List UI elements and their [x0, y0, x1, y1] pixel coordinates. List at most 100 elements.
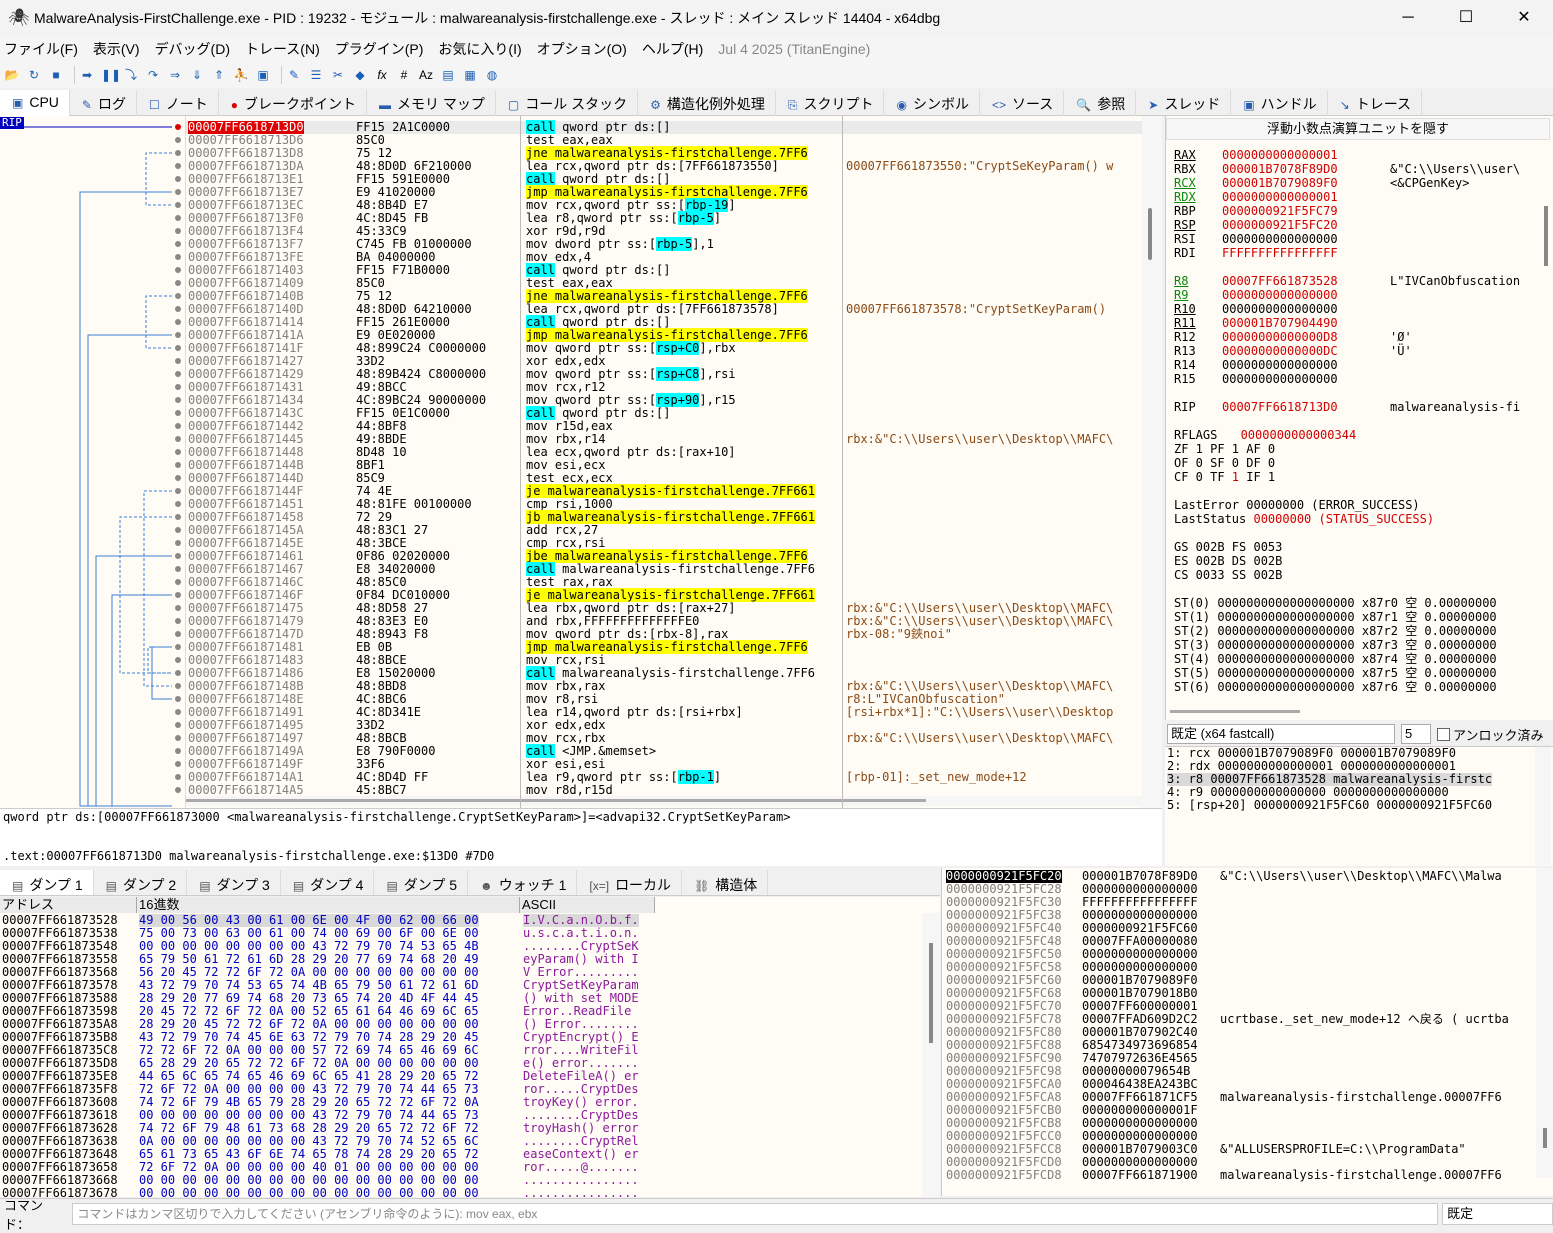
breakpoint-dot[interactable] — [175, 163, 181, 169]
breakpoint-dot[interactable] — [175, 644, 181, 650]
disasm-row[interactable]: 00007FF6618713F7 C745 FB 01000000 mov dwor… — [186, 237, 1142, 251]
args-scrollbar[interactable] — [1535, 747, 1551, 865]
fpu-st-row[interactable]: ST(5) 0000000000000000000 x87r5 空 0.0000… — [1174, 667, 1497, 681]
run-icon[interactable]: ➡ — [79, 67, 95, 83]
disasm-row[interactable]: 00007FF661871481 EB 0B jmp malwareanalysis… — [186, 640, 1142, 654]
registers-hscrollbar[interactable] — [1170, 710, 1300, 713]
tab-14[interactable]: ↘ トレース — [1328, 90, 1423, 116]
register-rax[interactable]: RAX 0000000000000001 — [1174, 149, 1390, 163]
breakpoint-dot[interactable] — [175, 150, 181, 156]
breakpoint-dot[interactable] — [175, 618, 181, 624]
dump-tab-8[interactable]: ⛓ 構造体 — [682, 870, 769, 895]
breakpoint-dot[interactable] — [175, 605, 181, 611]
dump-tab-3[interactable]: ▤ ダンプ 3 — [187, 870, 281, 895]
argument-row[interactable]: 5: [rsp+20] 0000000921F5FC60 0000000921F… — [1167, 799, 1492, 812]
maximize-button[interactable]: ☐ — [1437, 0, 1495, 36]
breakpoint-dot[interactable] — [175, 566, 181, 572]
trace-into-icon[interactable]: ⇒ — [167, 67, 183, 83]
disasm-row[interactable]: 00007FF6618713D0 FF15 2A1C0000 call qword … — [186, 120, 1142, 134]
breakpoint-dot[interactable] — [175, 475, 181, 481]
dump-tab-7[interactable]: [x=] ローカル — [577, 870, 683, 895]
breakpoint-dot[interactable] — [175, 384, 181, 390]
register-rdi[interactable]: RDI FFFFFFFFFFFFFFFF — [1174, 247, 1390, 261]
stack-view[interactable]: 0000000921F5FC20 000001B7078F89D0 &"C:\\Us… — [941, 868, 1553, 1196]
step-into-icon[interactable]: ⤵ — [123, 67, 139, 83]
disasm-row[interactable]: 00007FF661871491 4C:8D341E lea r14,qword p… — [186, 706, 1142, 719]
disasm-row[interactable]: 00007FF6618714A1 4C:8D4D FF lea r9,qword p… — [186, 770, 1142, 784]
minimize-button[interactable]: ─ — [1379, 0, 1437, 36]
unlock-checkbox[interactable] — [1437, 727, 1450, 741]
breakpoint-dot[interactable] — [175, 436, 181, 442]
step-over-icon[interactable]: ↷ — [145, 67, 161, 83]
scylla-icon[interactable]: ▣ — [255, 67, 271, 83]
breakpoint-dot[interactable] — [175, 215, 181, 221]
fpu-st-row[interactable]: ST(1) 0000000000000000000 x87r1 空 0.0000… — [1174, 611, 1497, 625]
breakpoint-dot[interactable] — [175, 709, 181, 715]
breakpoint-dot[interactable] — [175, 540, 181, 546]
breakpoint-dot[interactable] — [175, 423, 181, 429]
menu-item[interactable]: ヘルプ(H) — [642, 39, 703, 59]
breakpoint-dot[interactable] — [175, 124, 181, 130]
register-r8[interactable]: R8 00007FF661873528 L"IVCanObfuscation — [1174, 275, 1520, 289]
disasm-row[interactable]: 00007FF661871448 8D48 10 lea ecx,qword ptr… — [186, 446, 1142, 459]
scrollbar-thumb[interactable] — [1148, 208, 1152, 260]
register-r10[interactable]: R10 0000000000000000 — [1174, 303, 1390, 317]
register-rsi[interactable]: RSI 0000000000000000 — [1174, 233, 1390, 247]
breakpoint-dot[interactable] — [175, 722, 181, 728]
breakpoint-dot[interactable] — [175, 176, 181, 182]
registers-panel[interactable]: 浮動小数点演算ユニットを隠す RAX 0000000000000001 RBX 000… — [1165, 116, 1553, 720]
font-icon[interactable]: Az — [418, 67, 434, 83]
breakpoint-dot[interactable] — [175, 761, 181, 767]
register-rdx[interactable]: RDX 0000000000000001 — [1174, 191, 1390, 205]
disasm-row[interactable]: 00007FF66187144B 8BF1 mov esi,ecx — [186, 459, 1142, 472]
bookmarks-icon[interactable]: ◆ — [352, 67, 368, 83]
breakpoint-dot[interactable] — [175, 670, 181, 676]
breakpoint-dot[interactable] — [175, 332, 181, 338]
arg-count-spinner[interactable]: 5 — [1401, 724, 1431, 744]
register-rbx[interactable]: RBX 000001B7078F89D0 &"C:\\Users\\user\ — [1174, 163, 1520, 177]
tab-7[interactable]: ⚙ 構造化例外処理 — [638, 90, 776, 116]
scripts-icon[interactable]: ▤ — [440, 67, 456, 83]
breakpoint-dot[interactable] — [175, 306, 181, 312]
pause-icon[interactable]: ❚❚ — [101, 67, 121, 83]
disasm-row[interactable]: 00007FF6618713F0 4C:8D45 FB lea r8,qword p… — [186, 211, 1142, 225]
menu-item[interactable]: デバッグ(D) — [155, 39, 230, 59]
register-rsp[interactable]: RSP 0000000921F5FC20 — [1174, 219, 1390, 233]
hex-dump-view[interactable]: アドレス 16進数 ASCII 00007FF661873528 49 00 56… — [0, 897, 940, 1197]
menu-item[interactable]: トレース(N) — [245, 39, 320, 59]
open-icon[interactable]: 📂 — [4, 67, 20, 83]
breakpoint-dot[interactable] — [175, 501, 181, 507]
menu-item[interactable]: お気に入り(I) — [438, 39, 521, 59]
tab-12[interactable]: ➤ スレッド — [1136, 90, 1232, 116]
segment-row[interactable]: CS 0033 SS 002B — [1174, 569, 1282, 583]
breakpoint-dot[interactable] — [175, 202, 181, 208]
fpu-st-row[interactable]: ST(4) 0000000000000000000 x87r4 空 0.0000… — [1174, 653, 1497, 667]
breakpoint-dot[interactable] — [175, 488, 181, 494]
registers-vscrollbar[interactable] — [1544, 206, 1548, 266]
breakpoint-dot[interactable] — [175, 241, 181, 247]
register-rcx[interactable]: RCX 000001B7079089F0 <&CPGenKey> — [1174, 177, 1469, 191]
hash-icon[interactable]: # — [396, 67, 412, 83]
labels-icon[interactable]: ✂ — [330, 67, 346, 83]
breakpoint-dot[interactable] — [175, 774, 181, 780]
breakpoint-dot[interactable] — [175, 280, 181, 286]
breakpoint-dot[interactable] — [175, 527, 181, 533]
disassembly-scrollbar[interactable] — [1142, 116, 1162, 808]
register-r15[interactable]: R15 0000000000000000 — [1174, 373, 1390, 387]
disasm-row[interactable]: 00007FF66187149A E8 790F0000 call <JMP.&me… — [186, 744, 1142, 758]
breakpoint-dot[interactable] — [175, 410, 181, 416]
cpu-disassembly-view[interactable]: RIP 00007FF6618713D0 FF15 2A1C0000 call qw… — [0, 116, 1162, 808]
restart-icon[interactable]: ↻ — [26, 67, 42, 83]
breakpoint-dot[interactable] — [175, 787, 181, 793]
dump-tab-4[interactable]: ▤ ダンプ 4 — [281, 870, 375, 895]
breakpoint-dot[interactable] — [175, 657, 181, 663]
disasm-row[interactable]: 00007FF66187145A 48:83C1 27 add rcx,27 — [186, 524, 1142, 537]
calculator-icon[interactable]: ▦ — [462, 67, 478, 83]
tab-10[interactable]: <> ソース — [980, 90, 1065, 116]
segment-row[interactable]: GS 002B FS 0053 — [1174, 541, 1282, 555]
dump-tab-6[interactable]: ☻ ウォッチ 1 — [468, 870, 578, 895]
flags-row[interactable]: ZF 1 PF 1 AF 0 — [1174, 443, 1275, 457]
tab-2[interactable]: ✎ ログ — [70, 90, 137, 116]
flags-row[interactable]: CF 0 TF 1 IF 1 — [1174, 471, 1275, 485]
breakpoint-dot[interactable] — [175, 293, 181, 299]
